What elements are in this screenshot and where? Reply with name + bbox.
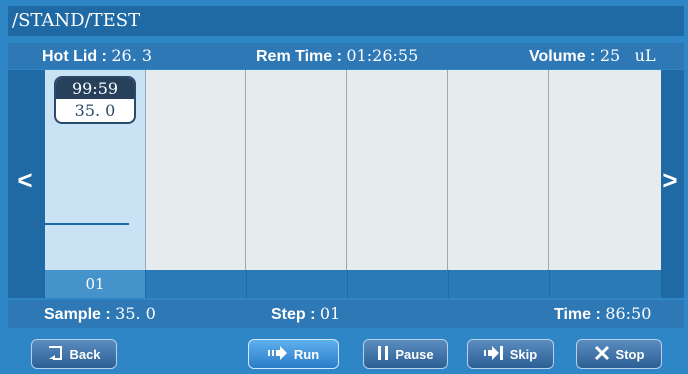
temperature-level-line <box>45 223 129 225</box>
step-column-empty[interactable] <box>549 70 661 270</box>
rem-time-label: Rem Time : <box>256 48 342 65</box>
stop-button[interactable]: Stop <box>576 339 662 369</box>
pause-icon <box>377 345 389 364</box>
hot-lid-readout: Hot Lid : 26. 3 <box>42 46 152 66</box>
pause-button[interactable]: Pause <box>363 339 448 369</box>
control-toolbar: Back Run Pause Skip Stop <box>8 332 684 372</box>
step-column-empty[interactable] <box>347 70 448 270</box>
pause-button-label: Pause <box>395 346 434 362</box>
step-number-bar: 01 <box>45 270 661 298</box>
step-column-01[interactable]: 99:59 35. 0 <box>45 70 146 270</box>
back-button[interactable]: Back <box>31 339 117 369</box>
back-button-label: Back <box>69 346 101 362</box>
skip-button-label: Skip <box>509 346 538 362</box>
volume-unit: uL <box>634 46 656 65</box>
hot-lid-label: Hot Lid : <box>42 48 107 65</box>
run-button[interactable]: Run <box>248 339 339 369</box>
back-arrow-icon <box>47 345 63 363</box>
chevron-right-icon: > <box>662 165 678 195</box>
time-label: Time : <box>554 306 601 323</box>
sample-label: Sample : <box>44 306 111 323</box>
volume-readout: Volume : 25 uL <box>529 46 656 66</box>
step-divider <box>246 270 247 298</box>
step-column-empty[interactable] <box>246 70 347 270</box>
remaining-time-readout: Rem Time : 01:26:55 <box>256 46 418 66</box>
skip-button[interactable]: Skip <box>467 339 554 369</box>
step-hold-time: 99:59 <box>56 78 134 99</box>
chevron-left-icon: < <box>17 165 33 195</box>
x-icon <box>594 345 610 364</box>
step-divider <box>347 270 348 298</box>
run-button-label: Run <box>293 346 320 362</box>
sample-value: 35. 0 <box>115 304 156 323</box>
step-value: 01 <box>319 304 341 323</box>
volume-label: Volume : <box>529 48 596 65</box>
time-value: 86:50 <box>605 304 652 323</box>
step-divider <box>549 270 550 298</box>
step-temperature: 35. 0 <box>74 101 116 120</box>
next-page-button[interactable]: > <box>656 165 684 195</box>
step-grid: 99:59 35. 0 01 <box>45 70 661 298</box>
step-label: Step : <box>271 306 316 323</box>
stop-button-label: Stop <box>615 346 645 362</box>
step-column-empty[interactable] <box>448 70 549 270</box>
current-step-readout: Step : 01 <box>271 304 340 324</box>
volume-value: 25 <box>599 46 621 65</box>
step-column-empty[interactable] <box>146 70 246 270</box>
run-info-bar: Hot Lid : 26. 3 Rem Time : 01:26:55 Volu… <box>8 43 684 69</box>
program-panel: < 99:59 35. 0 01 > <box>8 70 684 298</box>
step-divider <box>448 270 449 298</box>
step-number-label: 01 <box>45 270 146 298</box>
hot-lid-value: 26. 3 <box>111 46 153 65</box>
previous-page-button[interactable]: < <box>11 165 39 195</box>
thermal-cycler-screen: /STAND/TEST Hot Lid : 26. 3 Rem Time : 0… <box>0 0 688 374</box>
program-path-title: /STAND/TEST <box>8 6 684 36</box>
step-temperature-box[interactable]: 99:59 35. 0 <box>54 76 136 124</box>
sample-temp-readout: Sample : 35. 0 <box>44 304 156 324</box>
skip-icon <box>483 345 504 363</box>
play-arrow-icon <box>267 345 288 363</box>
rem-time-value: 01:26:55 <box>346 46 419 65</box>
status-bar: Sample : 35. 0 Step : 01 Time : 86:50 <box>8 300 684 328</box>
elapsed-time-readout: Time : 86:50 <box>554 304 651 324</box>
